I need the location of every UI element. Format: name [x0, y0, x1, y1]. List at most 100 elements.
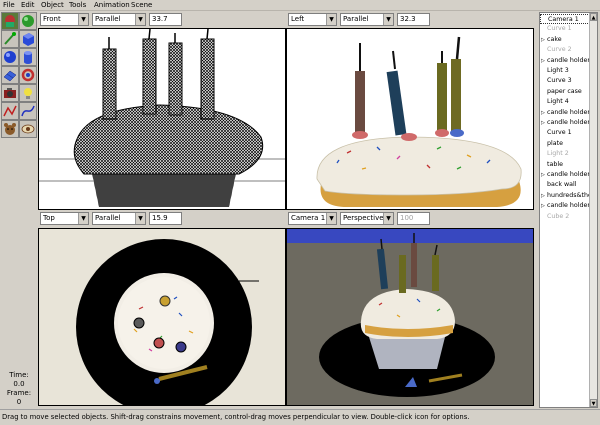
- object-label: plate: [547, 139, 563, 147]
- object-list-item[interactable]: Cube 2: [540, 212, 590, 222]
- chevron-down-icon: ▼: [326, 213, 336, 224]
- object-label: paper case: [547, 87, 582, 95]
- expand-triangle-icon[interactable]: ▷: [541, 201, 545, 211]
- camera-icon[interactable]: [1, 84, 19, 102]
- blue-sphere-icon[interactable]: [1, 48, 19, 66]
- object-list-item[interactable]: Curve 1: [540, 24, 590, 34]
- viewport-controls-top-right: Left ▼ Parallel ▼ 32.3: [288, 13, 468, 27]
- object-list-item[interactable]: ▷ candle holder: [540, 56, 590, 66]
- frame-value: 0: [16, 398, 22, 406]
- view-direction-select[interactable]: Front ▼: [40, 13, 89, 26]
- cylinder-icon[interactable]: [19, 48, 37, 66]
- object-label: cake: [547, 35, 562, 43]
- object-list-item[interactable]: Light 2: [540, 149, 590, 159]
- object-list-item[interactable]: Curve 1: [540, 128, 590, 138]
- viewport-controls-bottom-right: Camera 1 ▼ Perspective ▼ 100: [288, 212, 468, 226]
- menu-tools[interactable]: Tools: [69, 1, 86, 10]
- object-list-item[interactable]: Camera 1: [540, 14, 590, 24]
- viewport-top[interactable]: [38, 228, 286, 406]
- object-list-item[interactable]: Light 3: [540, 66, 590, 76]
- projection-select[interactable]: Perspective ▼: [340, 212, 394, 225]
- object-list-scrollbar[interactable]: ▲ ▼: [589, 13, 597, 407]
- object-label: candle holder: [547, 119, 590, 126]
- object-label: Camera 1: [548, 16, 579, 23]
- object-list-item[interactable]: Curve 2: [540, 45, 590, 55]
- expand-triangle-icon[interactable]: ▷: [541, 170, 545, 180]
- cube-icon[interactable]: [19, 30, 37, 48]
- zoom-field[interactable]: 15.9: [149, 212, 182, 225]
- object-label: candle holder: [547, 171, 590, 178]
- mesh-icon[interactable]: [1, 66, 19, 84]
- view-direction-select[interactable]: Left ▼: [288, 13, 337, 26]
- expand-triangle-icon[interactable]: ▷: [541, 56, 545, 66]
- status-message: Drag to move selected objects. Shift-dra…: [0, 409, 600, 425]
- object-list-item[interactable]: ▷ candle holder: [540, 118, 590, 128]
- scroll-down-icon[interactable]: ▼: [590, 399, 597, 407]
- object-list-item[interactable]: paper case: [540, 87, 590, 97]
- zoom-field[interactable]: 33.7: [149, 13, 182, 26]
- camera-shaded-render: [287, 229, 533, 405]
- expand-triangle-icon[interactable]: ▷: [541, 108, 545, 118]
- object-list-item[interactable]: ▷ candle holder: [540, 201, 590, 211]
- object-list-item[interactable]: Curve 3: [540, 76, 590, 86]
- top-shaded-render: [39, 229, 285, 405]
- object-list-item[interactable]: plate: [540, 139, 590, 149]
- view-direction-value: Top: [43, 214, 55, 222]
- view-direction-select[interactable]: Camera 1 ▼: [288, 212, 337, 225]
- green-sphere-icon[interactable]: [19, 12, 37, 30]
- object-list-panel[interactable]: Camera 1 Curve 1 ▷ cake Curve 2 ▷ candle holde…: [539, 12, 598, 408]
- menu-bar: File Edit Object Tools Animation Scene: [0, 0, 600, 11]
- projection-value: Perspective: [343, 214, 384, 222]
- eye-icon[interactable]: [19, 120, 37, 138]
- menu-file[interactable]: File: [3, 1, 15, 10]
- time-value: 0.0: [13, 380, 25, 388]
- spline-curve-icon[interactable]: [1, 102, 19, 120]
- object-label: Light 3: [547, 67, 569, 74]
- light-bulb-icon[interactable]: [19, 84, 37, 102]
- chevron-down-icon: ▼: [78, 213, 88, 224]
- cupcake-icon[interactable]: [1, 12, 19, 30]
- object-list-item[interactable]: ▷ cake: [540, 35, 590, 45]
- object-label: back wall: [547, 181, 577, 189]
- projection-select[interactable]: Parallel ▼: [340, 13, 394, 26]
- object-label: Curve 1: [547, 25, 572, 33]
- torus-icon[interactable]: [19, 66, 37, 84]
- menu-scene[interactable]: Scene: [131, 1, 152, 10]
- object-list-item[interactable]: Light 4: [540, 97, 590, 107]
- view-direction-select[interactable]: Top ▼: [40, 212, 89, 225]
- view-direction-value: Left: [291, 15, 305, 23]
- object-label: candle holder: [547, 202, 590, 210]
- front-wireframe-render: [39, 29, 285, 209]
- expand-triangle-icon[interactable]: ▷: [541, 35, 545, 45]
- object-list-item[interactable]: ▷ hundreds&thou: [540, 191, 596, 201]
- menu-edit[interactable]: Edit: [21, 1, 35, 10]
- object-list-item[interactable]: table: [540, 160, 590, 170]
- projection-select[interactable]: Parallel ▼: [92, 13, 146, 26]
- projection-value: Parallel: [343, 15, 369, 23]
- toolbox: [0, 11, 38, 141]
- projection-value: Parallel: [95, 15, 121, 23]
- paint-brush-icon[interactable]: [1, 30, 19, 48]
- view-direction-value: Front: [43, 15, 61, 23]
- menu-animation[interactable]: Animation: [94, 1, 130, 10]
- scroll-up-icon[interactable]: ▲: [590, 13, 597, 21]
- object-label: Light 4: [547, 98, 569, 106]
- viewport-left[interactable]: [286, 28, 534, 210]
- viewport-camera[interactable]: [286, 228, 534, 406]
- object-list-item[interactable]: ▷ candle holder: [540, 108, 590, 118]
- viewport-controls-bottom-left: Top ▼ Parallel ▼ 15.9: [40, 212, 220, 226]
- teddy-bear-icon[interactable]: [1, 120, 19, 138]
- zoom-field[interactable]: 100: [397, 212, 430, 225]
- object-label: Curve 3: [547, 77, 572, 85]
- smooth-curve-icon[interactable]: [19, 102, 37, 120]
- expand-triangle-icon[interactable]: ▷: [541, 191, 545, 201]
- projection-select[interactable]: Parallel ▼: [92, 212, 146, 225]
- menu-object[interactable]: Object: [41, 1, 64, 10]
- expand-triangle-icon[interactable]: ▷: [541, 118, 545, 128]
- projection-value: Parallel: [95, 214, 121, 222]
- object-label: table: [547, 160, 563, 168]
- object-list-item[interactable]: back wall: [540, 180, 590, 190]
- viewport-front[interactable]: [38, 28, 286, 210]
- zoom-field[interactable]: 32.3: [397, 13, 430, 26]
- object-list-item[interactable]: ▷ candle holder: [540, 170, 590, 180]
